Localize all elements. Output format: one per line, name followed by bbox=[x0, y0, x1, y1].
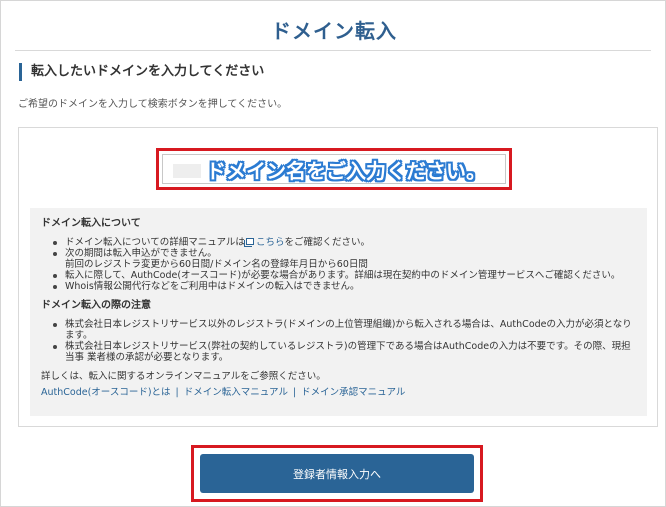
list-item: 株式会社日本レジストリサービス(弊社の契約しているレジストラ)の管理下である場合… bbox=[41, 341, 637, 363]
list-item-text: ドメイン転入についての詳細マニュアルは bbox=[65, 237, 245, 248]
manual-links-row: AuthCode(オースコード)とは | ドメイン転入マニュアル | ドメイン承認マニュ… bbox=[41, 387, 637, 398]
list-item-text: Whois情報公開代行などをご利用中はドメインの転入はできません。 bbox=[65, 281, 360, 292]
domain-search-input[interactable]: ドメイン名をご入力ください。 bbox=[162, 154, 506, 184]
search-placeholder: ドメイン名をご入力ください。 bbox=[206, 158, 486, 183]
button-highlight-box: 登録者情報入力へ bbox=[191, 445, 483, 502]
list-item-text: 株式会社日本レジストリサービス以外のレジストラ(ドメインの上位管理組織)から転入… bbox=[65, 319, 632, 341]
authcode-link[interactable]: AuthCode(オースコード)とは bbox=[41, 387, 171, 398]
more-info-text: 詳しくは、転入に関するオンラインマニュアルをご参照ください。 bbox=[41, 371, 326, 382]
list-item: 転入に際して、AuthCode(オースコード)が必要な場合があります。詳細は現在… bbox=[41, 270, 637, 281]
notes-caution-heading: ドメイン転入の際の注意 bbox=[41, 300, 151, 311]
list-item: 次の期間は転入申込ができません。 前回のレジストラ変更から60日間/ドメイン名の… bbox=[41, 248, 637, 270]
link-separator: | bbox=[292, 387, 297, 398]
approval-manual-link[interactable]: ドメイン承認マニュアル bbox=[301, 387, 405, 398]
search-highlight-box: ドメイン名をご入力ください。 bbox=[156, 148, 512, 190]
manual-link[interactable]: こちら bbox=[256, 237, 285, 248]
next-registrant-info-button[interactable]: 登録者情報入力へ bbox=[200, 454, 474, 493]
list-item: ドメイン転入についての詳細マニュアルは こちらをご確認ください。 bbox=[41, 237, 637, 248]
list-item: Whois情報公開代行などをご利用中はドメインの転入はできません。 bbox=[41, 281, 637, 292]
blurred-text bbox=[173, 164, 201, 178]
title-divider bbox=[15, 50, 651, 51]
page-title: ドメイン転入 bbox=[271, 19, 397, 43]
domain-search-card: ドメイン名をご入力ください。 ドメイン転入について ドメイン転入についての詳細マ… bbox=[18, 127, 658, 427]
domain-transfer-page: ドメイン転入 転入したいドメインを入力してください ご希望のドメインを入力して検… bbox=[0, 0, 666, 507]
notes-caution-list: 株式会社日本レジストリサービス以外のレジストラ(ドメインの上位管理組織)から転入… bbox=[41, 319, 637, 363]
section-heading: 転入したいドメインを入力してください bbox=[19, 63, 264, 81]
transfer-manual-link[interactable]: ドメイン転入マニュアル bbox=[184, 387, 288, 398]
notes-about-list: ドメイン転入についての詳細マニュアルは こちらをご確認ください。 次の期間は転入申… bbox=[41, 237, 637, 292]
list-item-subtext: 前回のレジストラ変更から60日間/ドメイン名の登録年月日から60日間 bbox=[65, 259, 368, 270]
list-item-text: をご確認ください。 bbox=[284, 237, 370, 248]
notes-panel: ドメイン転入について ドメイン転入についての詳細マニュアルは こちらをご確認くださ… bbox=[30, 208, 647, 416]
external-link-icon bbox=[243, 238, 254, 247]
list-item-text: 次の期間は転入申込ができません。 bbox=[65, 248, 217, 259]
list-item-text: 株式会社日本レジストリサービス(弊社の契約しているレジストラ)の管理下である場合… bbox=[65, 341, 631, 363]
list-item-text: 転入に際して、AuthCode(オースコード)が必要な場合があります。詳細は現在… bbox=[65, 270, 621, 281]
link-separator: | bbox=[175, 387, 179, 398]
list-item: 株式会社日本レジストリサービス以外のレジストラ(ドメインの上位管理組織)から転入… bbox=[41, 319, 637, 341]
lead-text: ご希望のドメインを入力して検索ボタンを押してください。 bbox=[18, 99, 288, 110]
notes-about-heading: ドメイン転入について bbox=[41, 218, 141, 229]
